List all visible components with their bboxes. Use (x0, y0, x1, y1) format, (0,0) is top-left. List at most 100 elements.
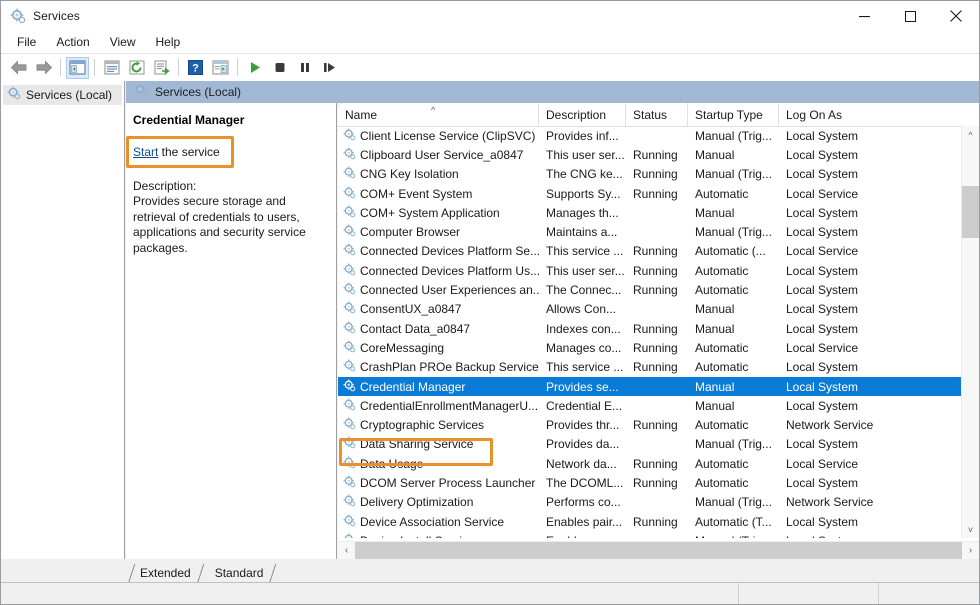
column-status[interactable]: Status (626, 103, 688, 126)
horizontal-scroll-track[interactable] (355, 542, 962, 559)
table-row[interactable]: CrashPlan PROe Backup ServiceThis servic… (338, 358, 979, 377)
sidebar-item-services-local[interactable]: Services (Local) (3, 85, 122, 105)
menu-help[interactable]: Help (147, 33, 190, 52)
table-row[interactable]: ConsentUX_a0847Allows Con...ManualLocal … (338, 300, 979, 319)
tab-label: Extended (140, 566, 191, 580)
table-row[interactable]: CoreMessagingManages co...RunningAutomat… (338, 338, 979, 357)
services-gear-icon (343, 359, 356, 375)
table-row[interactable]: Device Install ServiceEnables a c...Manu… (338, 531, 979, 538)
services-gear-icon (343, 282, 356, 298)
title-bar: Services (1, 1, 979, 31)
cell-service-name: CoreMessaging (338, 340, 539, 356)
list-column-headers: Name ^ Description Status Startup Type L… (338, 103, 979, 127)
tab-standard[interactable]: Standard (201, 564, 274, 582)
services-gear-icon (343, 514, 356, 530)
table-row[interactable]: Client License Service (ClipSVC)Provides… (338, 126, 979, 145)
cell-description: Network da... (539, 457, 626, 471)
services-gear-icon (343, 456, 356, 472)
cell-status: Running (626, 341, 688, 355)
scroll-right-icon[interactable]: › (962, 542, 979, 559)
pause-service-button[interactable] (293, 57, 316, 79)
toolbar-separator (237, 59, 238, 76)
refresh-button[interactable] (125, 57, 148, 79)
back-button[interactable] (7, 57, 30, 79)
forward-button[interactable] (32, 57, 55, 79)
cell-log-on-as: Local System (779, 264, 962, 278)
cell-log-on-as: Local System (779, 399, 962, 413)
vertical-scroll-thumb[interactable] (962, 186, 979, 238)
services-window: Services File Action View Help (0, 0, 980, 605)
cell-log-on-as: Local System (779, 206, 962, 220)
menu-view[interactable]: View (101, 33, 145, 52)
services-gear-icon (134, 83, 148, 102)
description-text: Provides secure storage and retrieval of… (133, 194, 326, 256)
table-row[interactable]: Credential ManagerProvides se...ManualLo… (338, 377, 979, 396)
services-gear-icon (343, 379, 356, 395)
cell-status: Running (626, 187, 688, 201)
menu-bar: File Action View Help (1, 31, 979, 54)
restart-service-button[interactable] (318, 57, 341, 79)
properties-button[interactable] (100, 57, 123, 79)
column-startup-type[interactable]: Startup Type (688, 103, 779, 126)
table-row[interactable]: Connected User Experiences an...The Conn… (338, 280, 979, 299)
help-button[interactable]: ? (184, 57, 207, 79)
pane-header-label: Services (Local) (155, 85, 241, 99)
show-action-pane-button[interactable] (209, 57, 232, 79)
cell-log-on-as: Local Service (779, 244, 962, 258)
table-row[interactable]: Data UsageNetwork da...RunningAutomaticL… (338, 454, 979, 473)
services-gear-icon (343, 243, 356, 259)
services-gear-icon (343, 186, 356, 202)
table-row[interactable]: Computer BrowserMaintains a...Manual (Tr… (338, 222, 979, 241)
table-row[interactable]: Cryptographic ServicesProvides thr...Run… (338, 415, 979, 434)
scroll-left-icon[interactable]: ‹ (338, 542, 355, 559)
column-description[interactable]: Description (539, 103, 626, 126)
column-header-label: Startup Type (695, 108, 763, 122)
start-service-button[interactable] (243, 57, 266, 79)
menu-action[interactable]: Action (47, 33, 98, 52)
table-row[interactable]: CNG Key IsolationThe CNG ke...RunningMan… (338, 165, 979, 184)
export-list-button[interactable] (150, 57, 173, 79)
cell-service-name: Clipboard User Service_a0847 (338, 147, 539, 163)
services-gear-icon (343, 205, 356, 221)
stop-service-button[interactable] (268, 57, 291, 79)
table-row[interactable]: COM+ Event SystemSupports Sy...RunningAu… (338, 184, 979, 203)
maximize-button[interactable] (887, 1, 933, 31)
table-row[interactable]: Clipboard User Service_a0847This user se… (338, 145, 979, 164)
cell-log-on-as: Local System (779, 148, 962, 162)
show-hide-tree-button[interactable] (66, 57, 89, 79)
description-label: Description: (133, 179, 326, 193)
column-name[interactable]: Name ^ (338, 103, 539, 126)
table-row[interactable]: Device Association ServiceEnables pair..… (338, 512, 979, 531)
cell-log-on-as: Local Service (779, 457, 962, 471)
close-button[interactable] (933, 1, 979, 31)
cell-description: Credential E... (539, 399, 626, 413)
scroll-up-icon[interactable]: ^ (962, 126, 979, 143)
cell-startup-type: Manual (Trig... (688, 167, 779, 181)
cell-description: Provides inf... (539, 129, 626, 143)
table-row[interactable]: DCOM Server Process LauncherThe DCOML...… (338, 473, 979, 492)
table-row[interactable]: COM+ System ApplicationManages th...Manu… (338, 203, 979, 222)
column-log-on-as[interactable]: Log On As (779, 103, 962, 126)
cell-startup-type: Manual (Trig... (688, 534, 779, 538)
table-row[interactable]: Connected Devices Platform Se...This ser… (338, 242, 979, 261)
cell-status: Running (626, 322, 688, 336)
services-gear-icon (343, 494, 356, 510)
table-row[interactable]: Connected Devices Platform Us...This use… (338, 261, 979, 280)
table-row[interactable]: Data Sharing ServiceProvides da...Manual… (338, 435, 979, 454)
cell-status: Running (626, 167, 688, 181)
cell-startup-type: Automatic (688, 187, 779, 201)
minimize-button[interactable] (841, 1, 887, 31)
cell-description: Indexes con... (539, 322, 626, 336)
table-row[interactable]: CredentialEnrollmentManagerU...Credentia… (338, 396, 979, 415)
vertical-scrollbar[interactable]: ^ ˅ (961, 126, 979, 538)
table-row[interactable]: Contact Data_a0847Indexes con...RunningM… (338, 319, 979, 338)
menu-file[interactable]: File (8, 33, 45, 52)
horizontal-scroll-thumb[interactable] (355, 542, 962, 559)
table-row[interactable]: Delivery OptimizationPerforms co...Manua… (338, 493, 979, 512)
tab-extended[interactable]: Extended (126, 564, 201, 582)
horizontal-scrollbar[interactable]: ‹ › (338, 541, 979, 559)
start-service-link[interactable]: Start (133, 145, 158, 159)
scroll-down-icon[interactable]: ˅ (962, 521, 979, 538)
action-rest-text: the service (158, 145, 219, 159)
cell-service-name: Connected Devices Platform Us... (338, 263, 539, 279)
